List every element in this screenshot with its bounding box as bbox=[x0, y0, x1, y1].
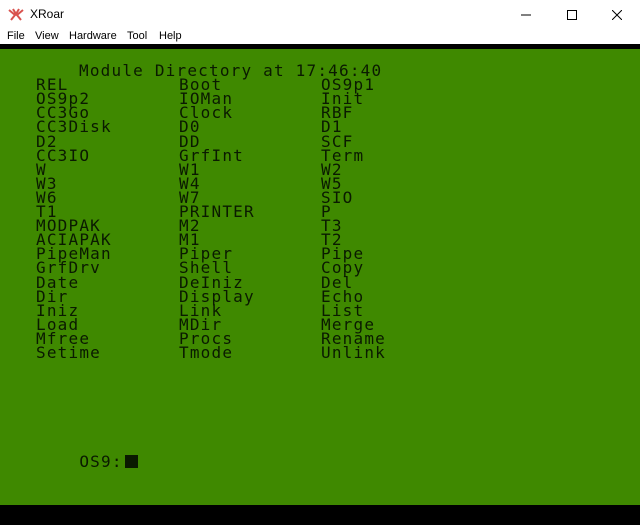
text-cursor bbox=[124, 455, 138, 469]
menu-tool[interactable]: Tool bbox=[127, 30, 147, 42]
module-name: Tmode bbox=[179, 343, 234, 362]
menu-bar: File View Hardware Tool Help bbox=[0, 30, 640, 44]
title-bar[interactable]: XRoar bbox=[0, 0, 640, 30]
status-bar bbox=[0, 505, 640, 525]
maximize-button[interactable] bbox=[549, 0, 595, 30]
maximize-icon bbox=[567, 10, 577, 20]
minimize-button[interactable] bbox=[503, 0, 549, 30]
module-name: Unlink bbox=[321, 343, 386, 362]
module-name: Setime bbox=[36, 343, 101, 362]
menu-hardware[interactable]: Hardware bbox=[69, 30, 117, 42]
window-title: XRoar bbox=[30, 7, 65, 21]
close-icon bbox=[612, 10, 622, 20]
menu-view[interactable]: View bbox=[35, 30, 59, 42]
command-prompt[interactable]: OS9: bbox=[36, 441, 138, 483]
menu-help[interactable]: Help bbox=[159, 30, 182, 42]
prompt-text: OS9: bbox=[79, 452, 123, 472]
menu-file[interactable]: File bbox=[7, 30, 25, 42]
close-button[interactable] bbox=[594, 0, 640, 30]
minimize-icon bbox=[521, 14, 531, 16]
xroar-icon bbox=[8, 8, 24, 22]
